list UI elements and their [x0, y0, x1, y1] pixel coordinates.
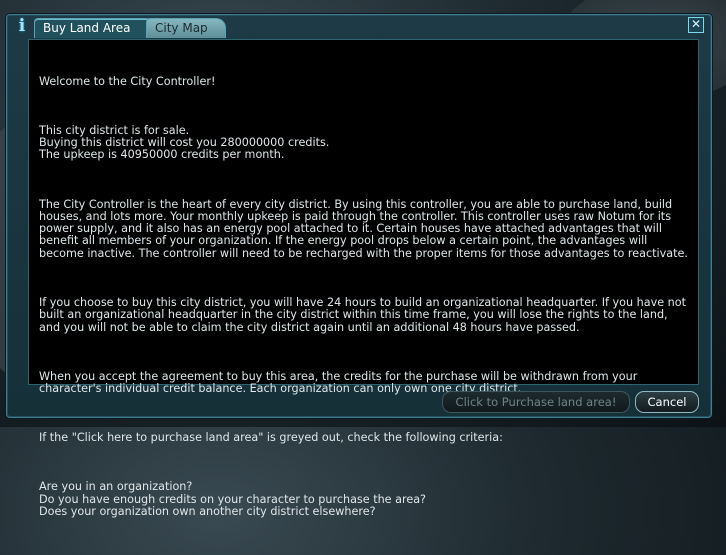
criteria-paragraph: Are you in an organization? Do you have …: [39, 480, 426, 518]
titlebar: i Buy Land Area City Map ✕: [7, 15, 711, 38]
headquarter-rules-paragraph: If you choose to buy this city district,…: [39, 295, 690, 334]
cancel-button[interactable]: Cancel: [635, 391, 699, 413]
city-controller-window: i Buy Land Area City Map ✕ Welcome to th…: [6, 14, 712, 518]
agreement-text-panel: Welcome to the City Controller! This cit…: [28, 39, 699, 518]
controller-info-paragraph: The City Controller is the heart of ever…: [39, 197, 688, 260]
agreement-text: Welcome to the City Controller! This cit…: [29, 40, 698, 555]
tab-buy-land-area[interactable]: Buy Land Area: [34, 18, 156, 38]
welcome-paragraph: Welcome to the City Controller!: [39, 74, 216, 88]
tab-city-map[interactable]: City Map: [146, 18, 226, 38]
greyed-out-paragraph: If the "Click here to purchase land area…: [39, 431, 503, 445]
purchase-land-button[interactable]: Click to Purchase land area!: [442, 391, 630, 413]
close-icon[interactable]: ✕: [688, 17, 704, 33]
sale-info-paragraph: This city district is for sale. Buying t…: [39, 123, 330, 162]
info-icon[interactable]: i: [15, 16, 29, 36]
